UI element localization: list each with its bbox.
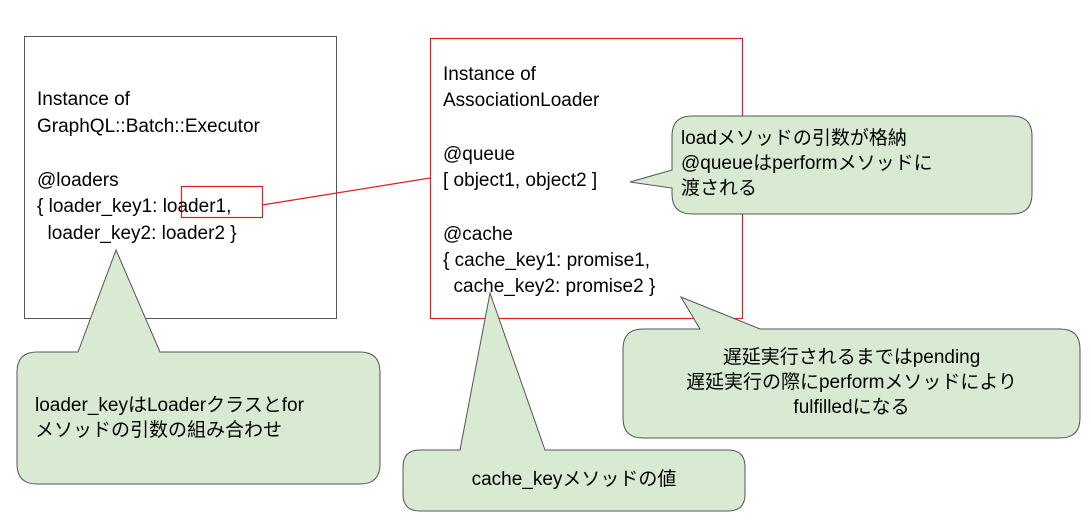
loader-key-note-line1: loader_keyはLoaderクラスとfor (35, 395, 304, 416)
loader1-value: loader1 (162, 196, 227, 217)
loaders-line-a-suffix: , (226, 196, 232, 217)
loader-title-line2: AssociationLoader (443, 90, 600, 111)
loaders-line-b: loader_key2: loader2 } (37, 223, 237, 244)
loader-title-line1: Instance of (443, 64, 536, 85)
cache-line1: { cache_key1: promise1, (443, 250, 651, 271)
queue-field-label: @queue (443, 144, 516, 165)
loaders-line-a: { loader_key1: loader1, (37, 195, 231, 219)
queue-note-line3: 渡される (681, 178, 758, 199)
promise-note-line2: 遅延実行の際にperformメソッドにより (685, 372, 1018, 393)
loaders-field-label: @loaders (37, 170, 119, 191)
cache-key-note-line1: cache_keyメソッドの値 (471, 469, 677, 490)
queue-note-line1: loadメソッドの引数が格納 (681, 128, 907, 149)
cache-line2: cache_key2: promise2 } (443, 276, 656, 297)
promise-note-line3: fulfilledになる (793, 397, 910, 418)
loader-key-note-line2: メソッドの引数の組み合わせ (35, 420, 283, 441)
queue-note-line2: @queueはperformメソッドに (681, 153, 933, 174)
promise-note-line1: 遅延実行されるまではpending (722, 347, 981, 368)
queue-value: [ object1, object2 ] (443, 170, 598, 191)
executor-title-line2: GraphQL::Batch::Executor (37, 116, 260, 137)
cache-field-label: @cache (443, 224, 513, 245)
loaders-line-a-prefix: { loader_key1: (37, 196, 163, 217)
executor-title-line1: Instance of (37, 89, 130, 110)
